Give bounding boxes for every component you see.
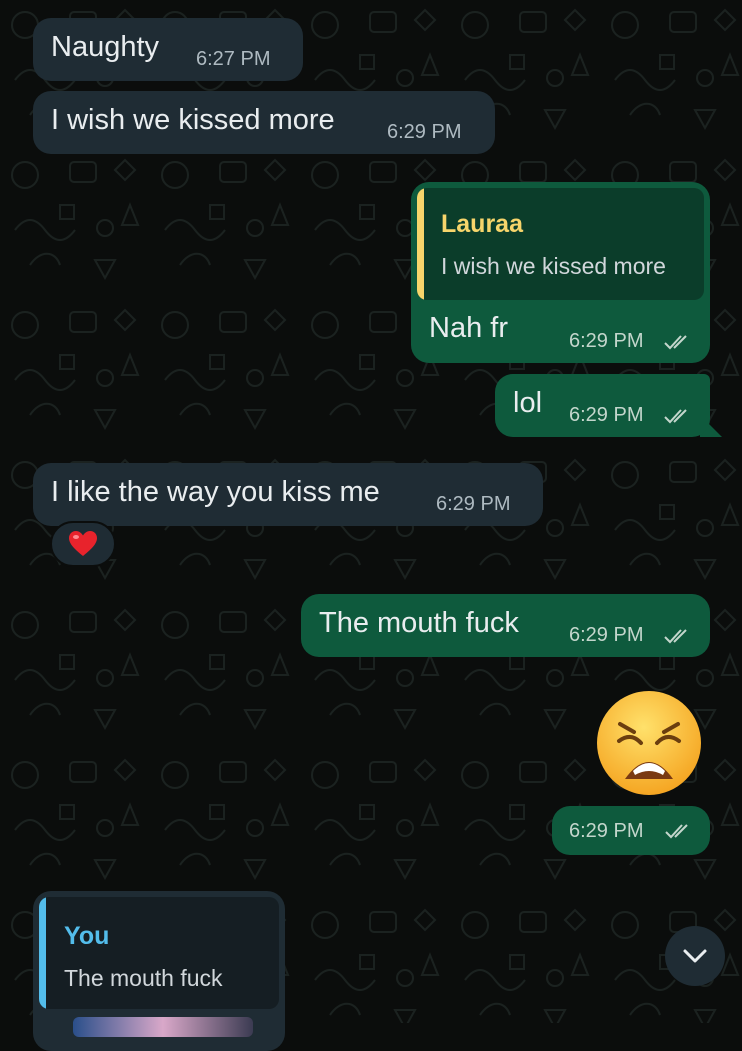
message-text: Nah fr: [429, 312, 508, 344]
message-incoming[interactable]: I wish we kissed more 6:29 PM: [33, 91, 495, 154]
chevron-down-icon: [683, 949, 707, 963]
reply-author: Lauraa: [441, 210, 523, 238]
reply-quote-bar: [417, 188, 424, 300]
message-text: lol: [513, 387, 543, 419]
double-check-icon: [665, 824, 688, 839]
message-time: 6:29 PM: [569, 624, 644, 646]
message-time: 6:29 PM: [569, 820, 644, 842]
scroll-to-bottom-button[interactable]: [665, 926, 725, 986]
message-outgoing[interactable]: The mouth fuck 6:29 PM: [301, 594, 710, 657]
message-outgoing[interactable]: 6:29 PM: [552, 806, 710, 855]
message-time: 6:29 PM: [387, 121, 462, 143]
double-check-icon: [664, 335, 687, 350]
message-outgoing[interactable]: lol 6:29 PM: [495, 374, 710, 437]
message-outgoing[interactable]: Lauraa I wish we kissed more Nah fr 6:29…: [411, 182, 710, 363]
message-text: Naughty: [51, 31, 160, 63]
message-incoming[interactable]: I like the way you kiss me 6:29 PM: [33, 463, 543, 526]
message-time: 6:29 PM: [436, 493, 511, 515]
reply-text: I wish we kissed more: [441, 253, 666, 279]
message-text: I wish we kissed more: [51, 104, 335, 136]
reply-author: You: [64, 922, 110, 950]
message-text: The mouth fuck: [319, 607, 519, 639]
message-time: 6:27 PM: [196, 48, 271, 70]
double-check-icon: [664, 629, 687, 644]
message-incoming[interactable]: Naughty 6:27 PM: [33, 18, 303, 81]
message-time: 6:29 PM: [569, 404, 644, 426]
media-thumbnail[interactable]: [73, 1017, 253, 1037]
weary-face-emoji-icon[interactable]: [595, 689, 703, 797]
message-incoming[interactable]: You The mouth fuck: [33, 891, 285, 1051]
reply-text: The mouth fuck: [64, 965, 223, 991]
reply-quote[interactable]: Lauraa I wish we kissed more: [417, 188, 704, 300]
reply-quote[interactable]: You The mouth fuck: [39, 897, 279, 1009]
reaction-badge[interactable]: [50, 521, 116, 567]
reply-quote-bar: [39, 897, 46, 1009]
heart-emoji-icon: [69, 531, 97, 556]
message-time: 6:29 PM: [569, 330, 644, 352]
message-text: I like the way you kiss me: [51, 476, 380, 508]
double-check-icon: [664, 409, 687, 424]
